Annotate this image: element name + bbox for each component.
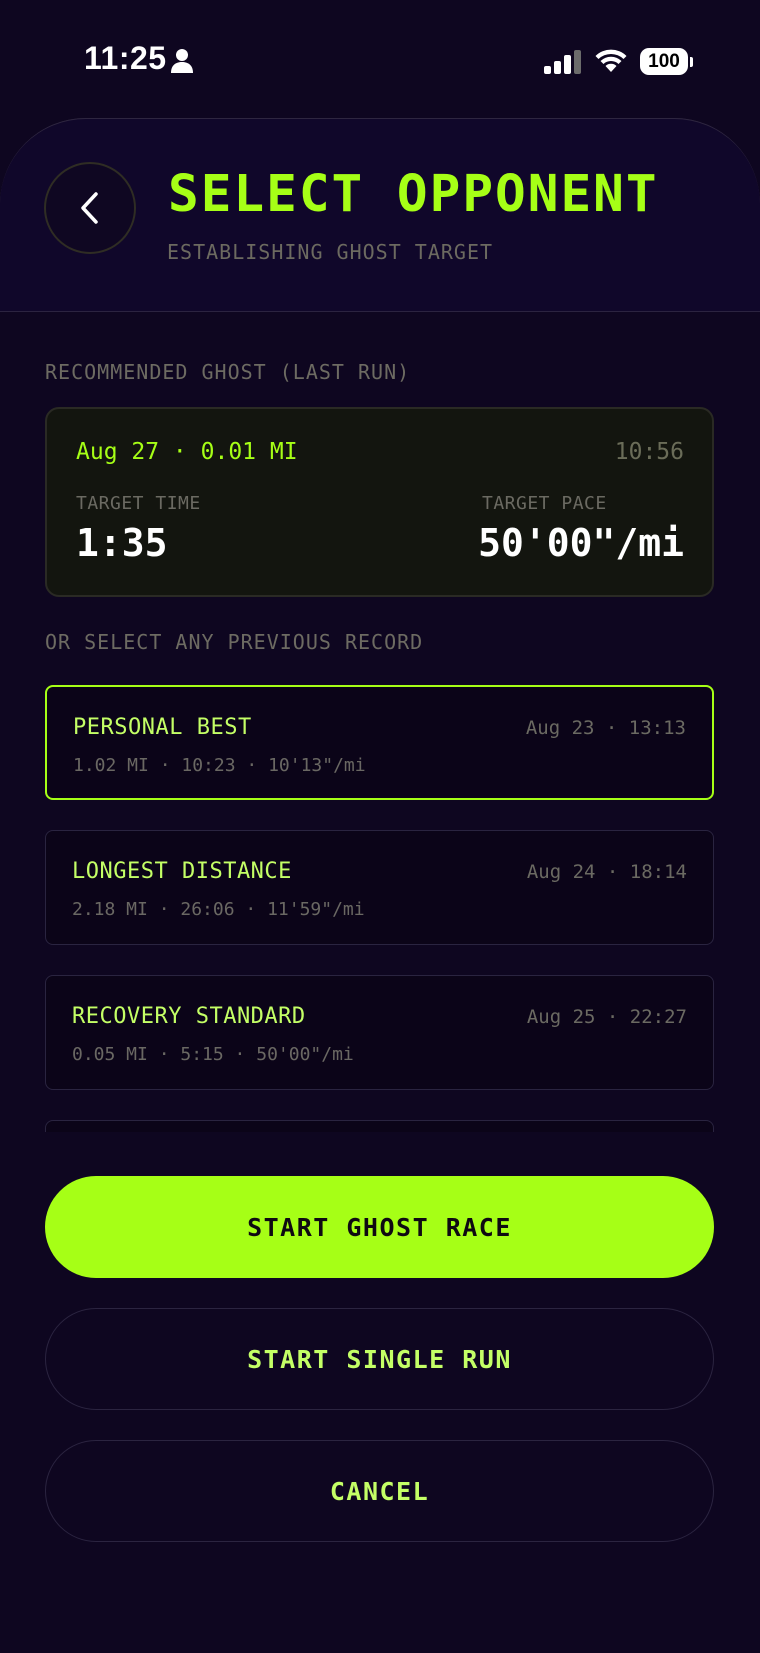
- battery-icon: 100: [640, 48, 693, 76]
- page-subtitle: ESTABLISHING GHOST TARGET: [167, 240, 494, 264]
- start-single-run-button[interactable]: START SINGLE RUN: [45, 1308, 714, 1410]
- target-time-label: TARGET TIME: [76, 493, 201, 514]
- record-stats: 2.18 MI · 26:06 · 11'59"/mi: [72, 899, 365, 920]
- ghost-date-distance: Aug 27 · 0.01 MI: [76, 439, 298, 465]
- records-section-label: OR SELECT ANY PREVIOUS RECORD: [45, 630, 424, 654]
- battery-level: 100: [640, 48, 688, 75]
- record-stats: 1.02 MI · 10:23 · 10'13"/mi: [73, 755, 366, 776]
- start-ghost-race-button[interactable]: START GHOST RACE: [45, 1176, 714, 1278]
- status-bar: 11:25 100: [0, 0, 760, 118]
- battery-tip: [690, 57, 693, 67]
- status-time: 11:25: [84, 40, 167, 76]
- record-date-time: Aug 24 · 18:14: [526, 861, 687, 883]
- back-button[interactable]: [44, 162, 136, 254]
- recommended-section-label: RECOMMENDED GHOST (LAST RUN): [45, 360, 411, 384]
- recommended-ghost-card[interactable]: Aug 27 · 0.01 MI 10:56 TARGET TIME 1:35 …: [45, 407, 714, 597]
- record-card-partial[interactable]: [45, 1120, 714, 1132]
- record-card-longest-distance[interactable]: LONGEST DISTANCE Aug 24 · 18:14 2.18 MI …: [45, 830, 714, 945]
- page-title: SELECT OPPONENT: [168, 165, 659, 224]
- record-card-recovery-standard[interactable]: RECOVERY STANDARD Aug 25 · 22:27 0.05 MI…: [45, 975, 714, 1090]
- record-stats: 0.05 MI · 5:15 · 50'00"/mi: [72, 1044, 354, 1065]
- ghost-duration: 10:56: [614, 439, 684, 465]
- target-time-value: 1:35: [76, 521, 168, 565]
- record-date-time: Aug 23 · 13:13: [525, 717, 686, 739]
- target-pace-label: TARGET PACE: [482, 493, 607, 514]
- records-list[interactable]: PERSONAL BEST Aug 23 · 13:13 1.02 MI · 1…: [0, 680, 760, 1132]
- record-name: RECOVERY STANDARD: [72, 1004, 306, 1029]
- record-name: LONGEST DISTANCE: [72, 859, 292, 884]
- record-card-personal-best[interactable]: PERSONAL BEST Aug 23 · 13:13 1.02 MI · 1…: [45, 685, 714, 800]
- record-date-time: Aug 25 · 22:27: [526, 1006, 687, 1028]
- wifi-icon: [595, 49, 627, 72]
- chevron-left-icon: [81, 192, 98, 224]
- target-pace-value: 50'00"/mi: [478, 521, 684, 565]
- person-icon: [171, 49, 193, 73]
- cancel-button[interactable]: CANCEL: [45, 1440, 714, 1542]
- record-name: PERSONAL BEST: [73, 715, 252, 740]
- header-divider: [0, 311, 760, 312]
- cellular-signal-icon: [544, 50, 581, 74]
